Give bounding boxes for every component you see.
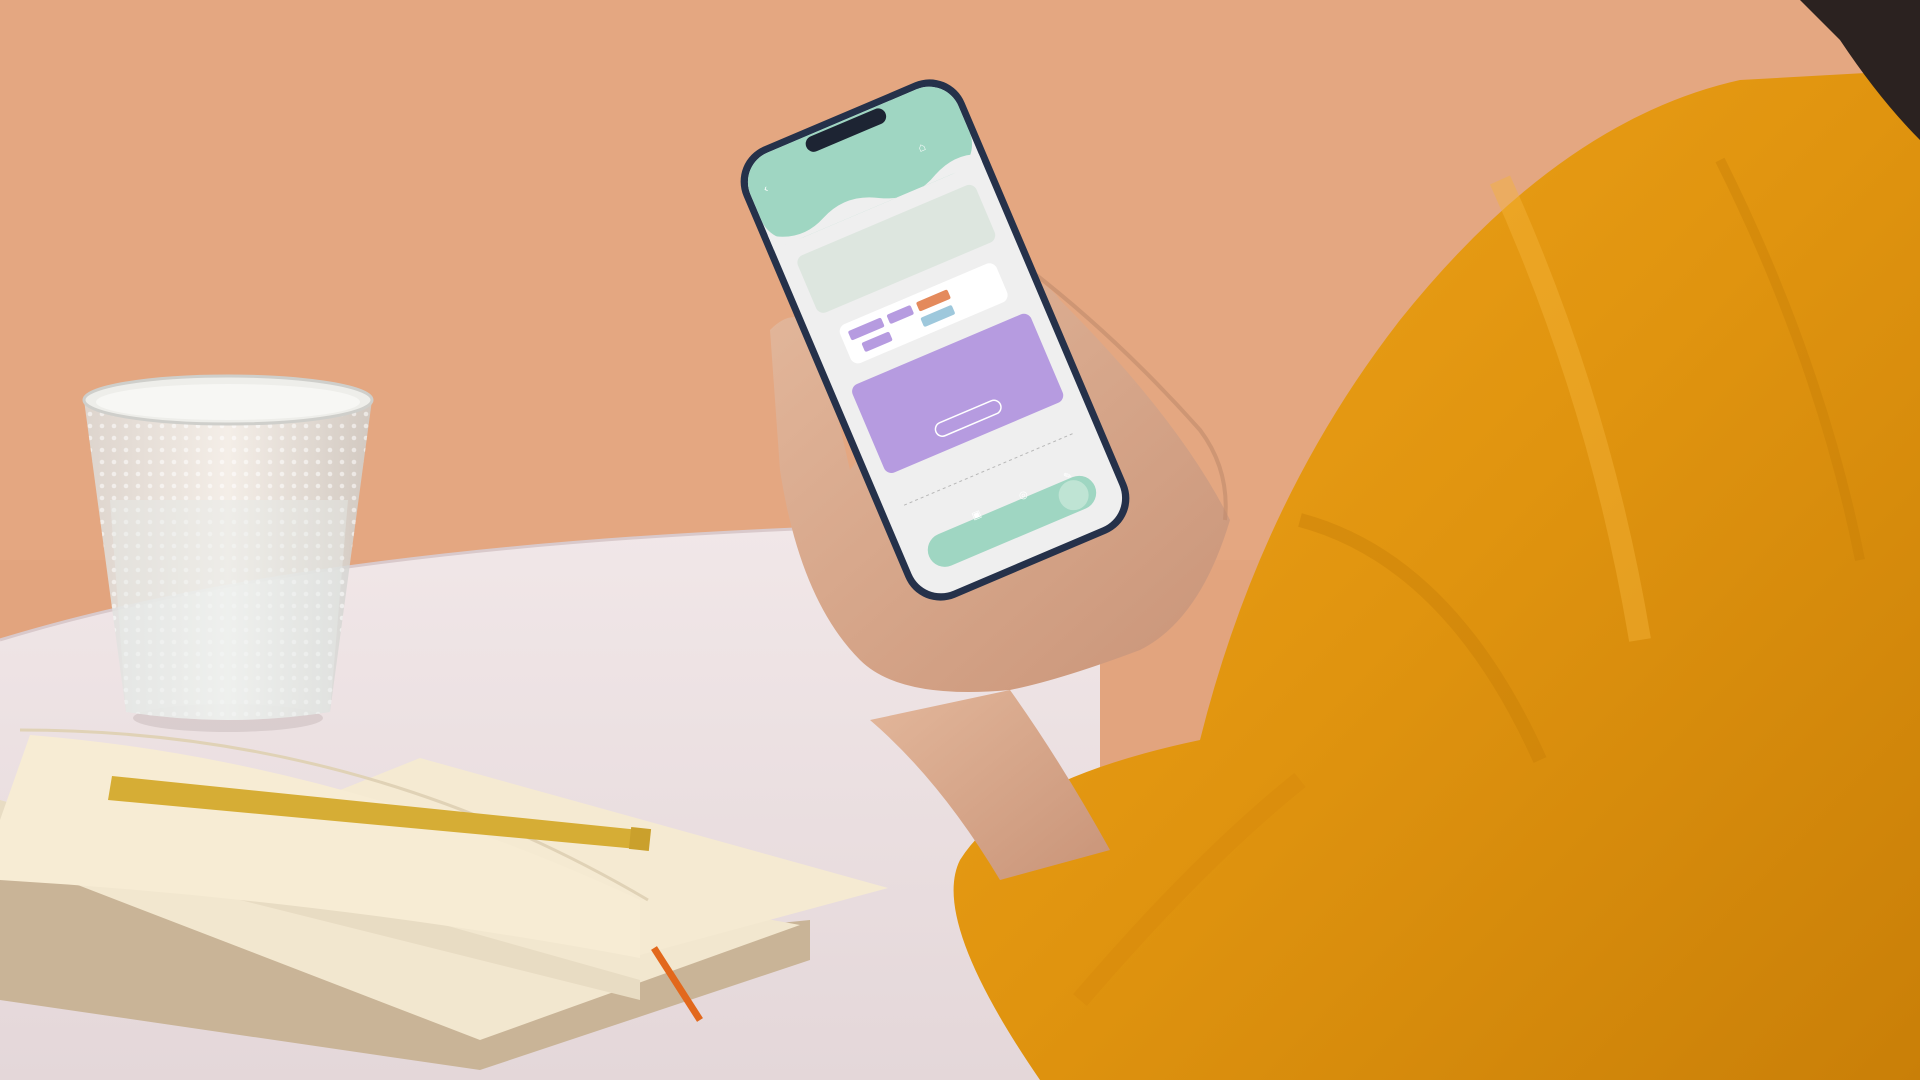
water-glass — [82, 374, 374, 732]
photo-scene — [0, 0, 1920, 1080]
